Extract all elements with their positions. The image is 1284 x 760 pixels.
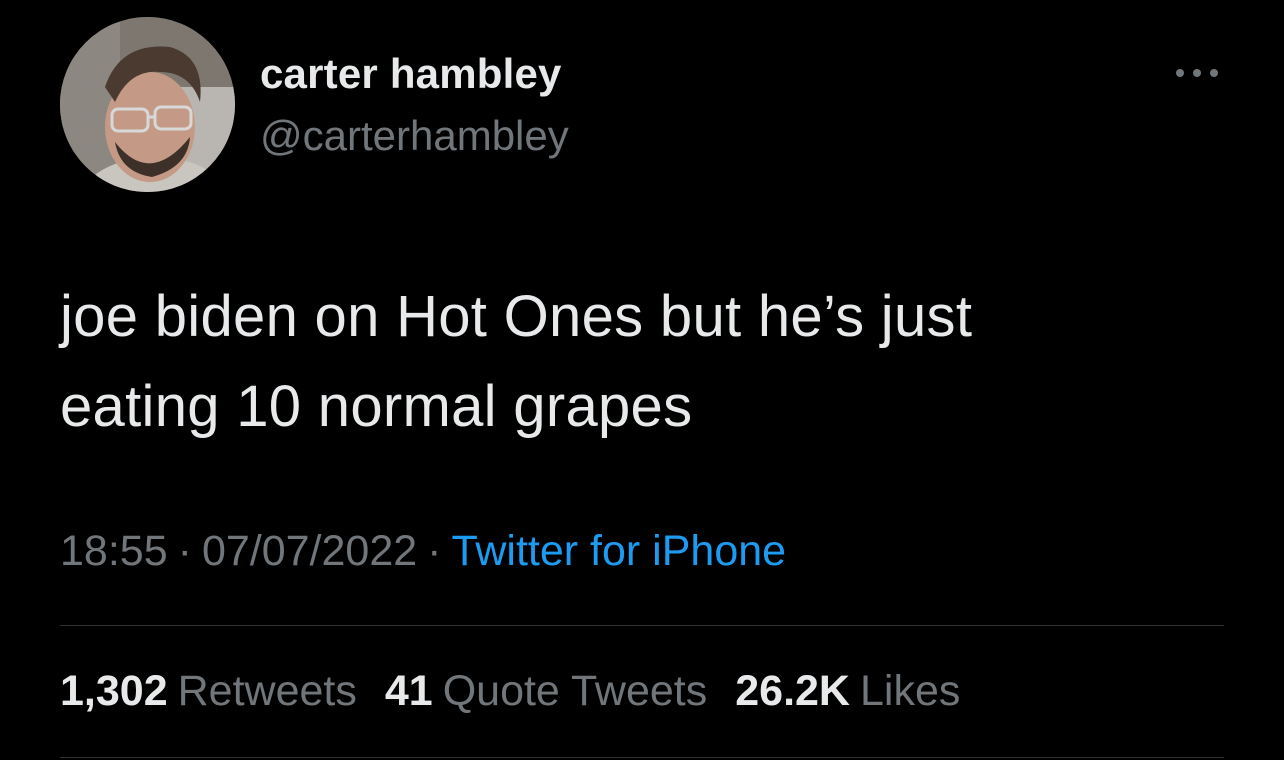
more-options-button[interactable] bbox=[1170, 58, 1224, 88]
retweets-stat[interactable]: 1,302 Retweets bbox=[60, 667, 357, 715]
quote-tweets-label: Quote Tweets bbox=[442, 667, 708, 715]
tweet-time[interactable]: 18:55 bbox=[60, 527, 168, 575]
divider bbox=[60, 757, 1224, 758]
avatar[interactable] bbox=[60, 17, 235, 192]
username-handle[interactable]: @carterhambley bbox=[260, 112, 569, 160]
tweet-card: carter hambley @carterhambley joe biden … bbox=[0, 0, 1284, 760]
display-name[interactable]: carter hambley bbox=[260, 50, 562, 98]
avatar-photo bbox=[60, 17, 235, 192]
quote-tweets-stat[interactable]: 41 Quote Tweets bbox=[385, 667, 707, 715]
tweet-text: joe biden on Hot Ones but he’s just eati… bbox=[60, 272, 1220, 452]
engagement-stats: 1,302 Retweets 41 Quote Tweets 26.2K Likes bbox=[60, 667, 988, 716]
meta-separator: · bbox=[177, 527, 192, 575]
tweet-date[interactable]: 07/07/2022 bbox=[202, 527, 417, 575]
tweet-text-line: joe biden on Hot Ones but he’s just bbox=[60, 284, 973, 349]
retweets-count: 1,302 bbox=[60, 667, 168, 715]
likes-stat[interactable]: 26.2K Likes bbox=[735, 667, 960, 715]
retweets-label: Retweets bbox=[177, 667, 357, 715]
divider bbox=[60, 625, 1224, 626]
tweet-metadata: 18:55 · 07/07/2022 · Twitter for iPhone bbox=[60, 527, 786, 576]
meta-separator: · bbox=[427, 527, 442, 575]
likes-label: Likes bbox=[859, 667, 961, 715]
tweet-text-line: eating 10 normal grapes bbox=[60, 374, 693, 439]
quote-tweets-count: 41 bbox=[384, 667, 433, 715]
more-horizontal-icon bbox=[1176, 69, 1218, 77]
tweet-source-link[interactable]: Twitter for iPhone bbox=[451, 527, 786, 575]
likes-count: 26.2K bbox=[735, 667, 850, 715]
